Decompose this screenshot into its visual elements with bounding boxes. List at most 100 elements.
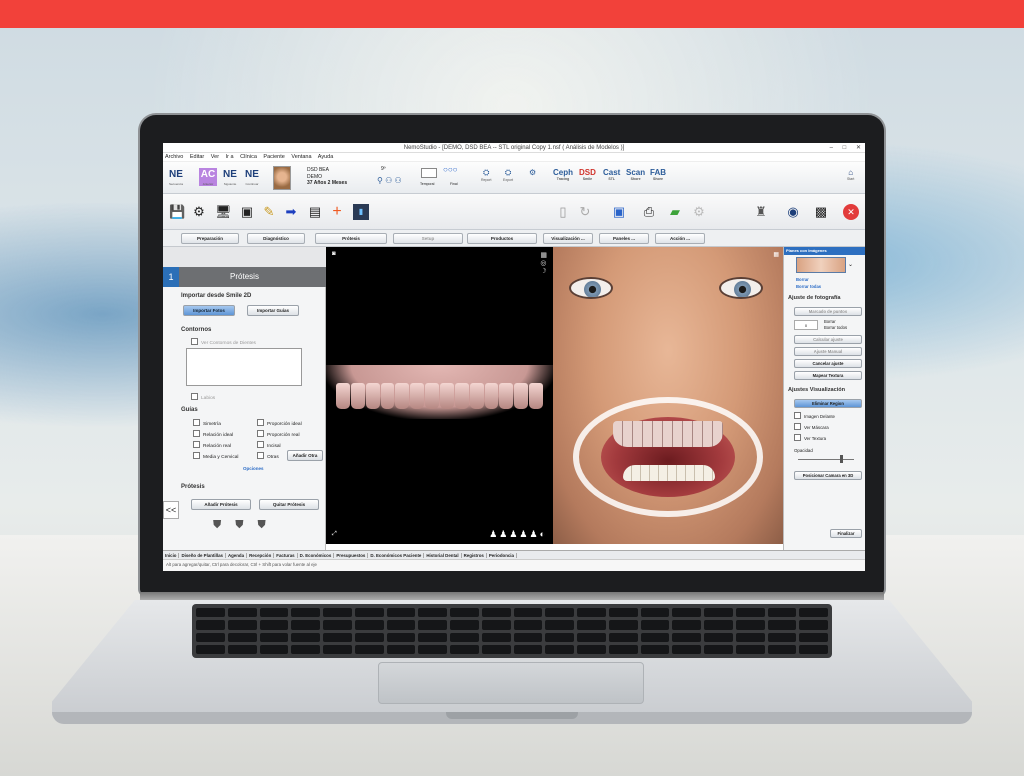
device-icon[interactable]: 🖥 xyxy=(215,204,232,220)
posicionar-camara-button[interactable]: Posicionar Camara en 3D xyxy=(794,471,862,480)
tab-facturas[interactable]: Facturas xyxy=(274,553,298,558)
tooth-icon[interactable]: ♜ xyxy=(753,204,769,220)
keyboard-key[interactable] xyxy=(608,632,638,642)
keyboard-key[interactable] xyxy=(672,620,701,630)
keyboard-key[interactable] xyxy=(450,608,479,618)
borrar-todos-link[interactable]: Borrar todos xyxy=(824,325,847,331)
keyboard-key[interactable] xyxy=(481,632,511,642)
keyboard-key[interactable] xyxy=(577,608,606,618)
keyboard-key[interactable] xyxy=(545,608,574,618)
keyboard-key[interactable] xyxy=(450,632,479,642)
keyboard-key[interactable] xyxy=(386,644,416,654)
keyboard-key[interactable] xyxy=(291,632,320,642)
refresh-icon[interactable]: ↻ xyxy=(577,204,593,220)
3d-model-viewport[interactable]: ◙ ▦ ◎ ☽ ♟♟♟♟♟◐ ⤢ xyxy=(326,247,553,544)
view-position-icons[interactable]: ♟♟♟♟♟◐ xyxy=(489,529,547,540)
keyboard-key[interactable] xyxy=(259,620,289,630)
calcular-ajuste-button[interactable]: Calcular ajuste xyxy=(794,335,862,344)
menu-clinica[interactable]: Clínica xyxy=(240,154,257,160)
keyboard-key[interactable] xyxy=(196,644,225,654)
module-ne-1[interactable]: NE Secuencia xyxy=(167,168,185,186)
keyboard-key[interactable] xyxy=(386,632,416,642)
plus-icon[interactable]: + xyxy=(329,204,345,220)
tab-historial-dental[interactable]: Historial Dental xyxy=(424,553,462,558)
tab-preparacion[interactable]: Preparación xyxy=(181,233,239,244)
tab-periodoncia[interactable]: Periodoncia xyxy=(486,553,517,558)
keyboard-key[interactable] xyxy=(545,632,574,642)
image-thumbnail[interactable] xyxy=(796,257,846,273)
keyboard-key[interactable] xyxy=(640,620,670,630)
keyboard-key[interactable] xyxy=(513,644,543,654)
scanner-icon[interactable]: ▩ xyxy=(813,204,829,220)
keyboard-key[interactable] xyxy=(704,620,733,630)
keyboard-key[interactable] xyxy=(735,632,765,642)
keyboard-key[interactable] xyxy=(799,632,828,642)
home-icon[interactable]: ⌂ Start xyxy=(847,168,854,181)
contornos-list[interactable] xyxy=(186,348,302,386)
keyboard-key[interactable] xyxy=(418,632,447,642)
fab-tool[interactable]: FAB Shore xyxy=(650,168,666,181)
report-icon[interactable]: ⛭ Report xyxy=(481,168,492,182)
temporal-swatch[interactable] xyxy=(421,168,437,178)
document-icon[interactable]: ▤ xyxy=(307,204,323,220)
keyboard-key[interactable] xyxy=(767,608,797,618)
accion-menu[interactable]: Acción ... xyxy=(655,233,705,244)
keyboard-key[interactable] xyxy=(735,620,765,630)
tab-diseno-plantillas[interactable]: Diseño de Plantillas xyxy=(179,553,226,558)
keyboard-key[interactable] xyxy=(608,608,638,618)
labios-checkbox[interactable]: Labios xyxy=(191,393,215,402)
anadir-otra-button[interactable]: Añadir Otra xyxy=(287,450,323,461)
otras-checkbox[interactable]: Otras xyxy=(257,452,279,461)
productos-select[interactable]: Productos xyxy=(467,233,537,244)
keyboard-key[interactable] xyxy=(418,620,447,630)
keyboard-key[interactable] xyxy=(577,644,606,654)
keyboard-key[interactable] xyxy=(704,632,733,642)
keyboard-key[interactable] xyxy=(481,620,511,630)
paneles-menu[interactable]: Paneles ... xyxy=(599,233,649,244)
quitar-protesis-button[interactable]: Quitar Prótesis xyxy=(259,499,319,510)
simetria-checkbox[interactable]: Simetría xyxy=(193,419,221,428)
keyboard-key[interactable] xyxy=(481,608,511,618)
image-icon[interactable]: ▣ xyxy=(239,204,255,220)
anadir-protesis-button[interactable]: Añadir Prótesis xyxy=(191,499,251,510)
keyboard-key[interactable] xyxy=(386,620,416,630)
keyboard-key[interactable] xyxy=(323,644,352,654)
keyboard-key[interactable] xyxy=(767,644,797,654)
keyboard-key[interactable] xyxy=(735,608,765,618)
keyboard-key[interactable] xyxy=(608,620,638,630)
keyboard-key[interactable] xyxy=(354,620,384,630)
ceph-tool[interactable]: Ceph Tracing xyxy=(553,168,573,181)
keyboard-key[interactable] xyxy=(640,632,670,642)
page-icon[interactable]: ▯ xyxy=(555,204,571,220)
trackpad[interactable] xyxy=(378,662,644,704)
module-ne-2[interactable]: NE Siguiente xyxy=(221,168,239,186)
print-icon[interactable]: ⎙ xyxy=(641,204,657,220)
menu-editar[interactable]: Editar xyxy=(190,154,204,160)
keyboard-key[interactable] xyxy=(735,644,765,654)
keyboard-key[interactable] xyxy=(799,620,828,630)
tab-diagnostico[interactable]: Diagnóstico xyxy=(247,233,305,244)
keyboard-key[interactable] xyxy=(196,632,225,642)
close-button[interactable]: ✕ xyxy=(856,145,861,151)
menu-ventana[interactable]: Ventana xyxy=(291,154,311,160)
export-icon[interactable]: ⛭ Export xyxy=(503,168,513,182)
ver-textura-checkbox[interactable]: Ver Textura xyxy=(794,434,826,442)
keyboard-key[interactable] xyxy=(672,608,701,618)
marcado-puntos-button[interactable]: Marcado de puntos xyxy=(794,307,862,316)
menu-ver[interactable]: Ver xyxy=(211,154,219,160)
cast-tool[interactable]: Cast STL xyxy=(603,168,620,181)
keyboard-key[interactable] xyxy=(513,620,543,630)
keyboard-key[interactable] xyxy=(354,632,384,642)
keyboard-key[interactable] xyxy=(608,644,638,654)
keyboard-key[interactable] xyxy=(799,608,828,618)
borrar-link[interactable]: Borrar xyxy=(796,277,809,282)
keyboard-key[interactable] xyxy=(672,644,701,654)
module-ac[interactable]: AC Anterior xyxy=(199,168,217,186)
visualizacion-menu[interactable]: Visualización ... xyxy=(543,233,593,244)
borrar-todas-link[interactable]: Borrar todas xyxy=(796,284,821,289)
opacidad-slider-handle[interactable] xyxy=(840,455,843,463)
keyboard-key[interactable] xyxy=(640,644,670,654)
arrow-right-icon[interactable]: ➡ xyxy=(283,204,299,220)
close-circle-icon[interactable]: ✕ xyxy=(843,204,859,220)
module-ne-3[interactable]: NE Continuar xyxy=(243,168,261,186)
